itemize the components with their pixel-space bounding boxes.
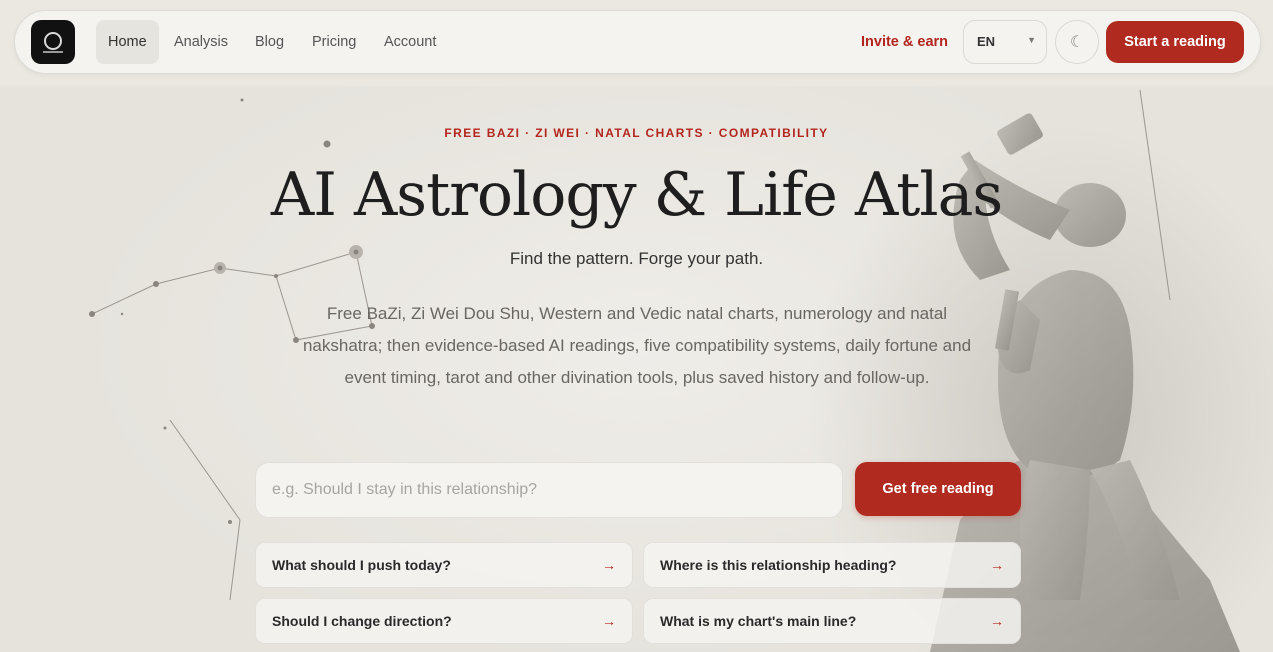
suggestion-label: What should I push today? <box>272 557 451 573</box>
arrow-right-icon: → <box>990 557 1004 573</box>
arrow-right-icon: → <box>602 557 616 573</box>
theme-toggle[interactable]: ☾ <box>1055 20 1099 64</box>
arrow-right-icon: → <box>602 613 616 629</box>
suggestion-chip[interactable]: Should I change direction? → <box>255 598 633 644</box>
suggestion-label: What is my chart's main line? <box>660 613 857 629</box>
get-free-reading-button[interactable]: Get free reading <box>855 462 1021 516</box>
arrow-right-icon: → <box>990 613 1004 629</box>
question-search-box <box>255 462 848 518</box>
language-code: EN <box>977 34 996 49</box>
suggestion-chip[interactable]: Where is this relationship heading? → <box>643 542 1021 588</box>
suggestion-label: Where is this relationship heading? <box>660 557 897 573</box>
question-input[interactable] <box>256 463 848 517</box>
start-reading-button[interactable]: Start a reading <box>1106 21 1244 63</box>
logo-mark-icon <box>43 32 63 53</box>
nav-link-blog[interactable]: Blog <box>243 20 296 64</box>
nav-link-analysis[interactable]: Analysis <box>162 20 240 64</box>
language-select[interactable]: EN ▼ <box>963 20 1047 64</box>
page-title: AI Astrology & Life Atlas <box>270 160 1003 230</box>
top-navigation: Home Analysis Blog Pricing Account Invit… <box>14 10 1261 74</box>
hero-eyebrow: FREE BAZI · ZI WEI · NATAL CHARTS · COMP… <box>444 126 829 140</box>
nav-link-account[interactable]: Account <box>372 20 448 64</box>
hero-tagline: Find the pattern. Forge your path. <box>509 249 764 268</box>
suggestion-chip[interactable]: What should I push today? → <box>255 542 633 588</box>
invite-link[interactable]: Invite & earn <box>861 20 948 64</box>
hero-description: Free BaZi, Zi Wei Dou Shu, Western and V… <box>302 304 972 387</box>
nav-link-home[interactable]: Home <box>96 20 159 64</box>
chevron-down-icon: ▼ <box>1027 35 1036 45</box>
logo-icon[interactable] <box>31 20 75 64</box>
suggestion-label: Should I change direction? <box>272 613 452 629</box>
moon-icon: ☾ <box>1069 34 1085 51</box>
nav-link-pricing[interactable]: Pricing <box>300 20 368 64</box>
suggestion-chip[interactable]: What is my chart's main line? → <box>643 598 1021 644</box>
